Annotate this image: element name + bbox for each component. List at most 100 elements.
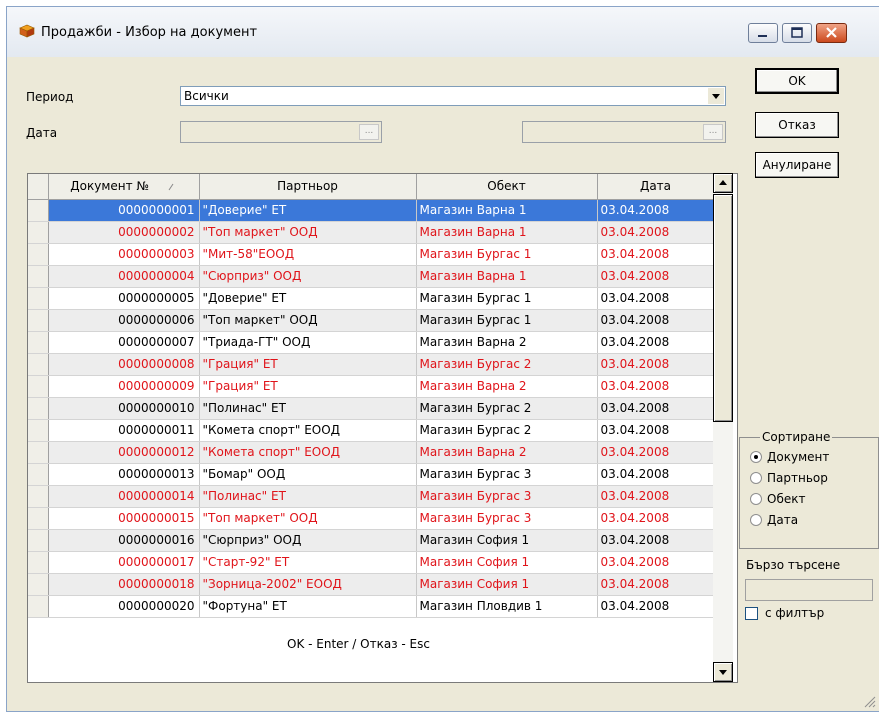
table-header: Документ № Партньор Обект Дата (28, 174, 715, 200)
scroll-up-arrow-icon[interactable] (713, 173, 733, 193)
table-row[interactable]: 0000000009 "Грация" ЕТ Магазин Варна 2 03.0… (28, 375, 715, 398)
cell-partner: "Фортуна" ЕТ (199, 595, 417, 618)
cell-document-number: 0000000014 (48, 485, 200, 508)
cell-site: Магазин Бургас 1 (416, 287, 598, 310)
cell-date: 03.04.2008 (597, 353, 715, 376)
cell-date: 03.04.2008 (597, 199, 715, 222)
table-row[interactable]: 0000000008 "Грация" ЕТ Магазин Бургас 2 03.… (28, 353, 715, 376)
cell-site: Магазин Бургас 3 (416, 463, 598, 486)
date-from-field[interactable]: ... (180, 121, 382, 143)
row-indicator (28, 331, 49, 354)
period-label: Период (26, 90, 74, 104)
date-label: Дата (26, 126, 58, 140)
cell-site: Магазин Пловдив 1 (416, 595, 598, 618)
table-row[interactable]: 0000000012 "Комета спорт" ЕООД Магазин Вар… (28, 441, 715, 464)
window-title: Продажби - Избор на документ (41, 25, 258, 40)
period-select[interactable]: Всички (180, 86, 726, 106)
radio-icon[interactable] (750, 514, 762, 526)
scrollbar-thumb[interactable] (713, 194, 733, 422)
row-indicator (28, 529, 49, 552)
close-button[interactable] (816, 23, 847, 43)
cell-site: Магазин Бургас 2 (416, 353, 598, 376)
cell-document-number: 0000000003 (48, 243, 200, 266)
table-row[interactable]: 0000000018 "Зорница-2002" ЕООД Магазин Соф… (28, 573, 715, 596)
cell-site: Магазин Варна 1 (416, 199, 598, 222)
sort-option-label: Документ (767, 450, 830, 464)
table-row[interactable]: 0000000010 "Полинас" ЕТ Магазин Бургас 2 03… (28, 397, 715, 420)
row-indicator (28, 199, 49, 222)
cell-date: 03.04.2008 (597, 221, 715, 244)
cell-partner: "Зорница-2002" ЕООД (199, 573, 417, 596)
cell-partner: "Доверие" ЕТ (199, 287, 417, 310)
table-scrollbar[interactable] (713, 173, 733, 682)
chevron-down-icon[interactable] (708, 88, 724, 104)
table-row[interactable]: 0000000007 "Триада-ГТ" ООД Магазин Варна 2… (28, 331, 715, 354)
maximize-icon (791, 27, 803, 38)
column-header-date[interactable]: Дата (597, 174, 715, 200)
ok-button[interactable]: OK (755, 68, 839, 94)
cell-partner: "Полинас" ЕТ (199, 397, 417, 420)
sort-group: Сортиране Документ Партньор Обект Дата (739, 430, 879, 549)
table-row[interactable]: 0000000001 "Доверие" ЕТ Магазин Варна 1 03.… (28, 199, 715, 222)
cell-document-number: 0000000008 (48, 353, 200, 376)
quick-search-label: Бързо търсене (746, 558, 841, 572)
row-indicator-header (28, 174, 49, 200)
void-button[interactable]: Анулиране (755, 152, 839, 178)
row-indicator (28, 441, 49, 464)
scroll-down-arrow-icon[interactable] (713, 662, 733, 682)
cell-partner: "Доверие" ЕТ (199, 199, 417, 222)
close-icon (826, 27, 837, 38)
cell-site: Магазин Бургас 3 (416, 485, 598, 508)
minimize-button[interactable] (748, 23, 778, 43)
table-row[interactable]: 0000000016 "Сюрприз" ООД Магазин София 1 03… (28, 529, 715, 552)
table-row[interactable]: 0000000017 "Старт-92" ЕТ Магазин София 1 03… (28, 551, 715, 574)
maximize-button[interactable] (782, 23, 812, 43)
cell-document-number: 0000000015 (48, 507, 200, 530)
table-row[interactable]: 0000000011 "Комета спорт" ЕООД Магазин Бур… (28, 419, 715, 442)
table-row[interactable]: 0000000005 "Доверие" ЕТ Магазин Бургас 1 03… (28, 287, 715, 310)
cell-site: Магазин Бургас 2 (416, 397, 598, 420)
cell-date: 03.04.2008 (597, 595, 715, 618)
cell-document-number: 0000000006 (48, 309, 200, 332)
quick-search-input[interactable] (745, 579, 873, 601)
row-indicator (28, 353, 49, 376)
cell-date: 03.04.2008 (597, 265, 715, 288)
table-row[interactable]: 0000000002 "Топ маркет" ООД Магазин Варна … (28, 221, 715, 244)
cell-document-number: 0000000011 (48, 419, 200, 442)
documents-table[interactable]: Документ № Партньор Обект Дата 000000000… (27, 173, 738, 683)
row-indicator (28, 221, 49, 244)
cell-date: 03.04.2008 (597, 331, 715, 354)
table-row[interactable]: 0000000004 "Сюрприз" ООД Магазин Варна 1 03… (28, 265, 715, 288)
date-from-picker-button[interactable]: ... (359, 124, 379, 140)
table-row[interactable]: 0000000014 "Полинас" ЕТ Магазин Бургас 3 03… (28, 485, 715, 508)
table-row[interactable]: 0000000003 "Мит-58"ЕООД Магазин Бургас 1 03… (28, 243, 715, 266)
table-row[interactable]: 0000000006 "Топ маркет" ООД Магазин Бургас… (28, 309, 715, 332)
resize-grip-icon[interactable] (862, 694, 876, 708)
row-indicator (28, 551, 49, 574)
cell-document-number: 0000000010 (48, 397, 200, 420)
radio-icon[interactable] (750, 472, 762, 484)
column-header-document[interactable]: Документ № (48, 174, 200, 200)
cell-date: 03.04.2008 (597, 287, 715, 310)
row-indicator (28, 573, 49, 596)
table-row[interactable]: 0000000015 "Топ маркет" ООД Магазин Бургас… (28, 507, 715, 530)
documents-grid: Документ № Партньор Обект Дата 000000000… (28, 174, 715, 618)
table-row[interactable]: 0000000020 "Фортуна" ЕТ Магазин Пловдив 10… (28, 595, 715, 618)
date-to-field[interactable]: ... (522, 121, 726, 143)
cancel-button[interactable]: Отказ (755, 112, 839, 138)
cell-document-number: 0000000013 (48, 463, 200, 486)
column-header-partner[interactable]: Партньор (199, 174, 417, 200)
cell-site: Магазин Бургас 2 (416, 419, 598, 442)
filter-checkbox[interactable] (745, 607, 758, 620)
table-row[interactable]: 0000000013 "Бомар" ООД Магазин Бургас 3 03.… (28, 463, 715, 486)
cell-date: 03.04.2008 (597, 463, 715, 486)
cell-document-number: 0000000005 (48, 287, 200, 310)
row-indicator (28, 485, 49, 508)
radio-icon[interactable] (750, 451, 762, 463)
column-header-site[interactable]: Обект (416, 174, 598, 200)
cell-date: 03.04.2008 (597, 243, 715, 266)
date-to-picker-button[interactable]: ... (703, 124, 723, 140)
radio-icon[interactable] (750, 493, 762, 505)
cell-partner: "Грация" ЕТ (199, 375, 417, 398)
cell-site: Магазин София 1 (416, 551, 598, 574)
